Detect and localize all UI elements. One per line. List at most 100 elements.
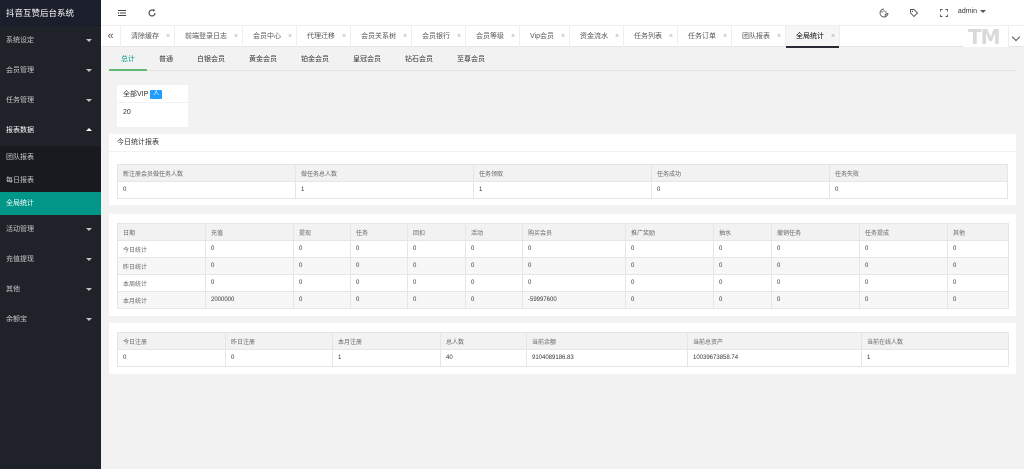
sidebar-subitem-global-stats[interactable]: 全局统计	[0, 192, 101, 215]
tab-task-orders[interactable]: 任务订单 ×	[678, 26, 732, 47]
period-stats-panel: 日期 充值 提现 任务 回扣 活动 购买会员 推广奖励 抽水 撤销任务 任务提成…	[109, 214, 1016, 316]
sidebar-item-label: 任务管理	[6, 97, 34, 104]
subtab-gold[interactable]: 黄金会员	[237, 51, 289, 71]
subtab-total[interactable]: 总计	[109, 51, 147, 71]
chevron-down-icon	[86, 318, 92, 321]
subtab-diamond[interactable]: 钻石会员	[393, 51, 445, 71]
table-cell: 0	[859, 291, 948, 309]
tab-agent-migration[interactable]: 代理迁移 ×	[297, 26, 351, 47]
table-header-cell: 提现	[293, 223, 351, 241]
sidebar-item-label: 其他	[6, 286, 20, 293]
table-cell: 0	[859, 257, 948, 275]
vip-count-card: 全部VIP 人 20	[117, 85, 188, 127]
table-cell: 0	[947, 240, 1009, 258]
close-icon[interactable]: ×	[338, 26, 350, 47]
tab-team-report[interactable]: 团队报表 ×	[732, 26, 786, 47]
subtab-silver[interactable]: 白银会员	[185, 51, 237, 71]
sidebar-item-label: 余额宝	[6, 316, 27, 323]
tab-member-bank[interactable]: 会员银行 ×	[412, 26, 466, 47]
table-cell: 0	[859, 274, 948, 292]
table-header-cell: 新注册会员做任务人数	[117, 164, 296, 182]
chevron-down-icon	[980, 9, 986, 13]
tab-label: 资金流水	[580, 33, 608, 40]
tab-member-center[interactable]: 会员中心 ×	[243, 26, 297, 47]
sidebar-item-member-management[interactable]: 会员管理	[0, 56, 101, 86]
subtab-platinum[interactable]: 铂金会员	[289, 51, 341, 71]
table-cell: 0	[407, 240, 466, 258]
close-icon[interactable]: ×	[773, 26, 785, 47]
table-cell: 0	[225, 349, 333, 367]
tab-login-log[interactable]: 前端登录日志 ×	[175, 26, 243, 47]
table-header-cell: 当前总资产	[687, 332, 862, 350]
tab-label: 全局统计	[796, 33, 824, 40]
table-header-cell: 日期	[117, 223, 206, 241]
table-header-cell: 当前在线人数	[861, 332, 1009, 350]
close-icon[interactable]: ×	[557, 26, 569, 47]
subtab-crown[interactable]: 皇冠会员	[341, 51, 393, 71]
table-cell: 0	[350, 274, 408, 292]
register-stats-panel: 今日注册 昨日注册 本月注册 总人数 当前余额 当前总资产 当前在线人数 0 0…	[109, 323, 1016, 374]
tab-label: 团队报表	[742, 33, 770, 40]
close-icon[interactable]: ×	[230, 26, 242, 47]
sidebar-item-recharge-withdraw[interactable]: 充值提现	[0, 245, 101, 275]
tab-task-list[interactable]: 任务列表 ×	[624, 26, 678, 47]
sidebar-item-activity-management[interactable]: 活动管理	[0, 215, 101, 245]
table-cell: 0	[713, 274, 772, 292]
sidebar-subitem-daily-report[interactable]: 每日报表	[0, 169, 101, 192]
close-icon[interactable]: ×	[284, 26, 296, 47]
table-cell: 本月统计	[117, 291, 206, 309]
close-icon[interactable]: ×	[453, 26, 465, 47]
tab-clear-cache[interactable]: 清除缓存 ×	[121, 26, 175, 47]
subtab-supreme[interactable]: 至尊会员	[445, 51, 497, 71]
sidebar-item-yuebao[interactable]: 余额宝	[0, 305, 101, 335]
tab-label: 任务订单	[688, 33, 716, 40]
theme-icon[interactable]	[879, 8, 889, 18]
table-cell: 0	[465, 240, 523, 258]
sidebar-item-system-settings[interactable]: 系统设定	[0, 26, 101, 56]
table-cell: 0	[859, 240, 948, 258]
table-cell: 0	[117, 181, 296, 199]
tab-fund-flow[interactable]: 资金流水 ×	[570, 26, 624, 47]
sidebar-subitem-team-report[interactable]: 团队报表	[0, 146, 101, 169]
chevron-down-icon	[86, 69, 92, 72]
table-cell: 0	[117, 349, 226, 367]
tab-member-level[interactable]: 会员等级 ×	[466, 26, 520, 47]
table-cell: 0	[293, 257, 351, 275]
sidebar-item-task-management[interactable]: 任务管理	[0, 86, 101, 116]
table-cell: 1	[295, 181, 474, 199]
sidebar-item-other[interactable]: 其他	[0, 275, 101, 305]
sidebar-item-report-data[interactable]: 报表数据	[0, 116, 101, 146]
tab-global-stats[interactable]: 全局统计 ×	[786, 26, 840, 48]
tabs-overflow-area: TM	[963, 25, 1008, 49]
close-icon[interactable]: ×	[665, 26, 677, 47]
watermark-logo: TM	[968, 25, 1001, 49]
tab-member-tree[interactable]: 会员关系树 ×	[351, 26, 412, 47]
table-cell: 0	[293, 240, 351, 258]
close-icon[interactable]: ×	[611, 26, 623, 47]
table-cell: 0	[522, 274, 626, 292]
tab-label: 会员关系树	[361, 33, 396, 40]
table-header-cell: 撤销任务	[771, 223, 860, 241]
table-cell: 0	[465, 257, 523, 275]
tabs-dropdown-icon[interactable]	[1008, 26, 1024, 47]
close-icon[interactable]: ×	[162, 26, 174, 47]
refresh-icon[interactable]	[147, 8, 157, 18]
table-cell: 0	[205, 257, 294, 275]
close-icon[interactable]: ×	[827, 26, 839, 47]
tab-vip-member[interactable]: Vip会员 ×	[520, 26, 570, 47]
close-icon[interactable]: ×	[719, 26, 731, 47]
close-icon[interactable]: ×	[507, 26, 519, 47]
tag-icon[interactable]	[909, 8, 919, 18]
close-icon[interactable]: ×	[399, 26, 411, 47]
table-header-cell: 回扣	[407, 223, 466, 241]
table-cell: 0	[293, 291, 351, 309]
fullscreen-icon[interactable]	[939, 8, 949, 18]
table-cell: 0	[625, 240, 714, 258]
tabs-scroll-left-icon[interactable]: «	[101, 26, 121, 47]
table-cell: 0	[625, 257, 714, 275]
subtab-normal[interactable]: 普通	[147, 51, 185, 71]
sidebar-item-label: 活动管理	[6, 226, 34, 233]
menu-fold-icon[interactable]	[117, 8, 127, 18]
user-menu[interactable]: admin	[958, 8, 986, 15]
vip-card-title-text: 全部VIP	[123, 91, 149, 98]
